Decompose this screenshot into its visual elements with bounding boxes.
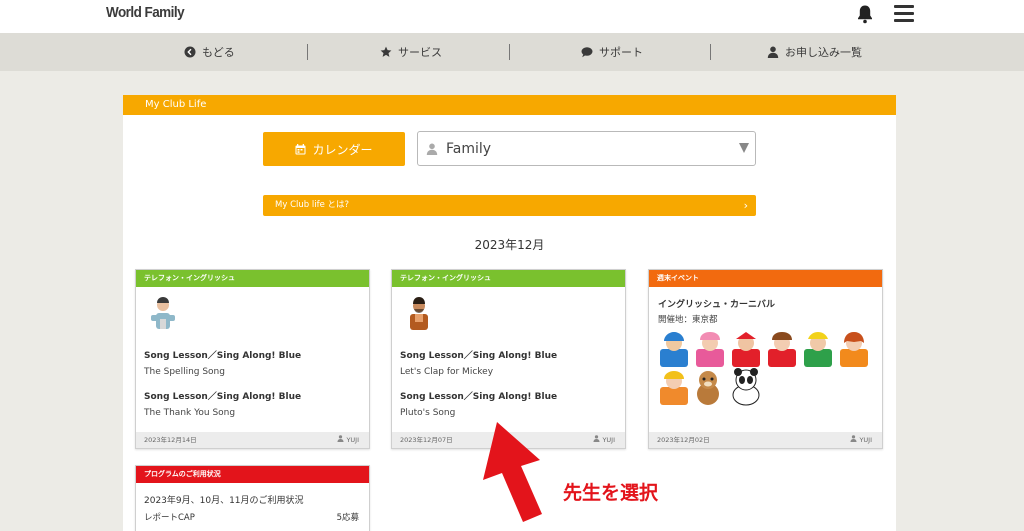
usage-period: 2023年9月、10月、11月のご利用状況 xyxy=(144,496,304,506)
main-nav: もどる サービス サポート お申し込み一覧 xyxy=(0,33,1024,71)
chat-bubble-icon xyxy=(581,47,593,58)
card-teacher: YUJI xyxy=(593,432,615,448)
calendar-icon xyxy=(295,143,306,154)
lesson-song: The Thank You Song xyxy=(144,408,236,418)
month-title: 2023年12月 xyxy=(474,238,545,252)
card-date: 2023年12月02日 xyxy=(657,436,710,444)
about-link-label: My Club life とは? xyxy=(275,200,350,210)
card-teacher: YUJI xyxy=(337,432,359,448)
bell-icon[interactable] xyxy=(856,4,874,24)
star-icon xyxy=(380,46,392,57)
profile-select[interactable]: Family xyxy=(417,131,756,166)
nav-back[interactable]: もどる xyxy=(184,33,235,71)
nav-divider xyxy=(710,44,711,60)
card-teacher: YUJI xyxy=(850,432,872,448)
nav-service[interactable]: サービス xyxy=(380,33,442,71)
nav-applications-label: お申し込み一覧 xyxy=(785,46,862,59)
nav-support[interactable]: サポート xyxy=(581,33,643,71)
person-icon xyxy=(337,435,344,442)
lesson-song: The Spelling Song xyxy=(144,367,225,377)
chevron-right-icon: › xyxy=(743,199,748,212)
report-cap-count: 5応募 xyxy=(336,513,359,523)
card-footer: 2023年12月02日 YUJI xyxy=(649,432,882,448)
person-icon xyxy=(767,46,779,58)
lesson-card[interactable]: テレフォン・イングリッシュ Song Lesson／Sing Along! Bl… xyxy=(135,269,370,449)
lesson-song: Pluto's Song xyxy=(400,408,456,418)
card-footer: 2023年12月14日 YUJI xyxy=(136,432,369,448)
lesson-title: Song Lesson／Sing Along! Blue xyxy=(400,351,558,361)
lesson-title: Song Lesson／Sing Along! Blue xyxy=(400,392,558,402)
card-date: 2023年12月07日 xyxy=(400,436,453,444)
program-usage-card: プログラムのご利用状況 2023年9月、10月、11月のご利用状況 レポートCA… xyxy=(135,465,370,531)
teacher-name: YUJI xyxy=(602,436,615,444)
nav-divider xyxy=(509,44,510,60)
back-arrow-circle-icon xyxy=(184,46,196,58)
card-category: テレフォン・イングリッシュ xyxy=(392,270,625,287)
card-date: 2023年12月14日 xyxy=(144,436,197,444)
nav-service-label: サービス xyxy=(398,46,442,59)
nav-applications[interactable]: お申し込み一覧 xyxy=(767,33,862,71)
teacher-name: YUJI xyxy=(346,436,359,444)
lesson-song: Let's Clap for Mickey xyxy=(400,367,494,377)
profile-select-value: Family xyxy=(446,140,492,157)
calendar-button-label: カレンダー xyxy=(312,142,373,157)
nav-divider xyxy=(307,44,308,60)
card-body: Song Lesson／Sing Along! Blue Let's Clap … xyxy=(392,287,625,418)
program-usage-header: プログラムのご利用状況 xyxy=(136,466,369,483)
person-icon xyxy=(593,435,600,442)
teacher-name: YUJI xyxy=(859,436,872,444)
person-icon xyxy=(850,435,857,442)
event-location: 開催地：東京都 xyxy=(658,315,718,325)
person-icon xyxy=(426,143,438,155)
report-cap-label: レポートCAP xyxy=(144,513,195,523)
event-card[interactable]: 週末イベント イングリッシュ・カーニバル 開催地：東京都 2023年12月02日… xyxy=(648,269,883,449)
annotation-arrow-icon xyxy=(483,422,542,522)
card-category: テレフォン・イングリッシュ xyxy=(136,270,369,287)
hamburger-menu-icon[interactable] xyxy=(894,5,914,22)
nav-back-label: もどる xyxy=(202,46,235,59)
event-characters-image xyxy=(660,332,868,406)
nav-support-label: サポート xyxy=(599,46,643,59)
panel-title: My Club Life xyxy=(123,95,896,115)
about-my-club-life-link[interactable]: My Club life とは? › xyxy=(263,195,756,216)
card-category: 週末イベント xyxy=(649,270,882,287)
annotation-callout-text: 先生を選択 xyxy=(563,482,659,504)
event-title: イングリッシュ・カーニバル xyxy=(658,300,776,310)
top-bar: World Family xyxy=(0,0,1024,33)
lesson-title: Song Lesson／Sing Along! Blue xyxy=(144,351,302,361)
calendar-button[interactable]: カレンダー xyxy=(263,132,405,166)
card-body: Song Lesson／Sing Along! Blue The Spellin… xyxy=(136,287,369,418)
world-family-logo[interactable]: World Family xyxy=(106,4,185,21)
lesson-title: Song Lesson／Sing Along! Blue xyxy=(144,392,302,402)
dropdown-arrow-icon xyxy=(739,143,749,153)
